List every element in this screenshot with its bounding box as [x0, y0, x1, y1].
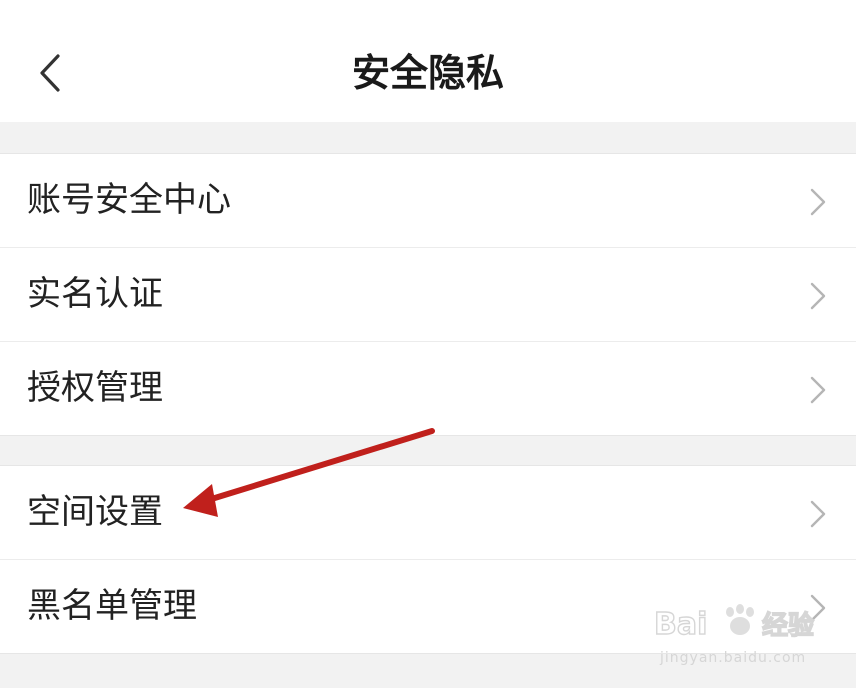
menu-item-label: 账号安全中心: [27, 180, 231, 220]
chevron-right-icon: [810, 594, 826, 622]
menu-item-space-settings[interactable]: 空间设置: [0, 466, 856, 559]
chevron-right-icon: [810, 376, 826, 404]
menu-item-account-security-center[interactable]: 账号安全中心: [0, 154, 856, 247]
chevron-right-icon: [810, 500, 826, 528]
back-button[interactable]: [30, 50, 72, 96]
security-privacy-screen: 安全隐私 账号安全中心 实名认证 授权管理 空间设置 黑名单管理 Bai 经验 …: [0, 0, 856, 688]
menu-item-label: 实名认证: [27, 274, 163, 314]
page-title: 安全隐私: [351, 51, 504, 95]
settings-group-account: 账号安全中心 实名认证 授权管理: [0, 153, 856, 436]
menu-item-authorization-management[interactable]: 授权管理: [0, 341, 856, 435]
chevron-right-icon: [810, 188, 826, 216]
chevron-left-icon: [40, 54, 60, 92]
settings-group-space: 空间设置 黑名单管理: [0, 465, 856, 654]
menu-item-label: 授权管理: [27, 368, 163, 408]
menu-item-label: 黑名单管理: [27, 586, 197, 626]
chevron-right-icon: [810, 282, 826, 310]
menu-item-blacklist-management[interactable]: 黑名单管理: [0, 559, 856, 653]
menu-item-label: 空间设置: [27, 492, 163, 532]
nav-bar: 安全隐私: [0, 0, 856, 122]
menu-item-real-name-verification[interactable]: 实名认证: [0, 247, 856, 341]
